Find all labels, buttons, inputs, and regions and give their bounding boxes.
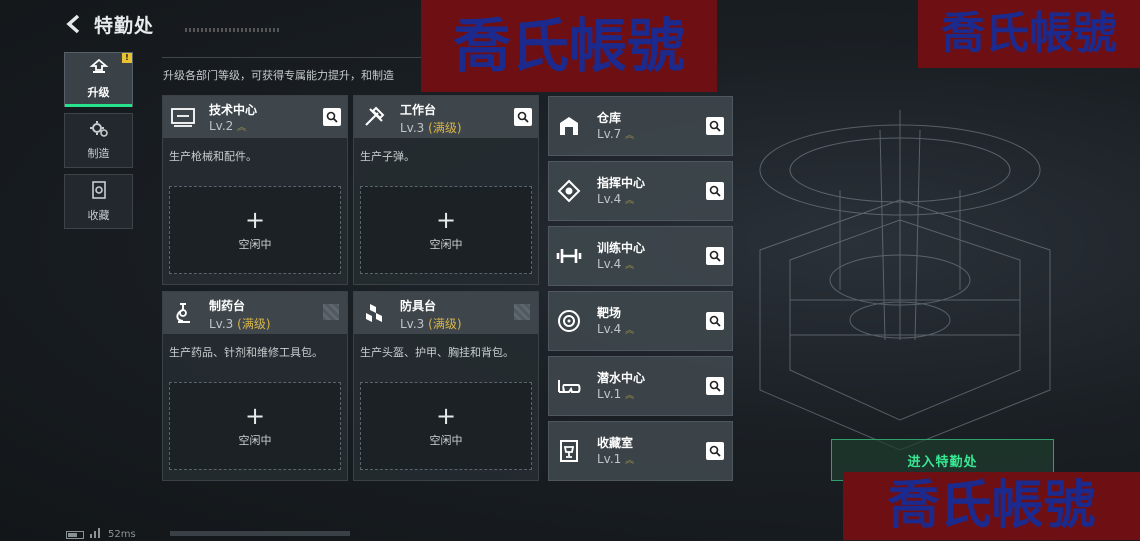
tech-center-icon xyxy=(169,103,197,131)
card-level: Lv.2 ︽ xyxy=(209,119,247,133)
production-slot[interactable]: + 空闲中 xyxy=(360,382,532,470)
facility-level: Lv.4 ︽ xyxy=(597,322,635,336)
plus-icon: + xyxy=(435,402,457,430)
battery-icon xyxy=(66,530,84,539)
tab-craft[interactable]: 制造 xyxy=(64,113,133,168)
warehouse-icon xyxy=(556,113,582,139)
production-slot[interactable]: + 空闲中 xyxy=(169,186,341,274)
tab-collection[interactable]: 收藏 xyxy=(64,174,133,229)
gear-icon xyxy=(89,120,109,142)
diving-mask-icon xyxy=(556,373,582,399)
card-name: 工作台 xyxy=(400,103,437,117)
plus-icon: + xyxy=(435,206,457,234)
tab-label: 收藏 xyxy=(87,209,110,222)
facility-level: Lv.7 ︽ xyxy=(597,127,635,141)
card-level: Lv.3 (满级) xyxy=(400,317,462,331)
workbench-icon xyxy=(360,103,388,131)
search-icon[interactable] xyxy=(706,117,724,135)
facility-command-center[interactable]: 指挥中心 Lv.4 ︽ xyxy=(548,161,733,221)
page-description: 升级各部门等级，可获得专属能力提升，和制造 xyxy=(163,69,394,82)
card-header: 技术中心 Lv.2 ︽ xyxy=(163,96,347,138)
facility-level: Lv.4 ︽ xyxy=(597,192,635,206)
facility-name: 靶场 xyxy=(597,306,622,320)
slot-status: 空闲中 xyxy=(429,434,463,447)
card-description: 生产药品、针剂和维修工具包。 xyxy=(169,346,323,359)
facility-trophy-room[interactable]: 收藏室 Lv.1 ︽ xyxy=(548,421,733,481)
search-icon[interactable] xyxy=(706,442,724,460)
facility-name: 潜水中心 xyxy=(597,371,646,385)
collection-icon xyxy=(90,180,108,204)
production-slot[interactable]: + 空闲中 xyxy=(360,186,532,274)
facility-warehouse[interactable]: 仓库 Lv.7 ︽ xyxy=(548,96,733,156)
trophy-room-icon xyxy=(556,438,582,464)
card-pharmacy: 制药台 Lv.3 (满级) 生产药品、针剂和维修工具包。 + 空闲中 xyxy=(162,291,348,481)
card-level: Lv.3 (满级) xyxy=(209,317,271,331)
card-name: 防具台 xyxy=(400,299,437,313)
search-icon[interactable] xyxy=(706,377,724,395)
search-icon[interactable] xyxy=(514,108,532,126)
page-title: 特勤处 xyxy=(94,14,155,37)
alert-badge: ! xyxy=(122,53,132,63)
tab-label: 制造 xyxy=(87,147,110,160)
card-header: 工作台 Lv.3 (满级) xyxy=(354,96,538,138)
facility-name: 仓库 xyxy=(597,111,622,125)
dumbbell-icon xyxy=(556,243,582,269)
search-icon[interactable] xyxy=(706,182,724,200)
divider xyxy=(162,57,442,58)
ping-readout: 52ms xyxy=(108,529,136,540)
watermark: 喬氏帳號 xyxy=(843,472,1140,540)
plus-icon: + xyxy=(244,402,266,430)
card-tech-center: 技术中心 Lv.2 ︽ 生产枪械和配件。 + 空闲中 xyxy=(162,95,348,285)
facility-name: 指挥中心 xyxy=(597,176,646,190)
header: 特勤处 xyxy=(62,10,154,38)
watermark: 喬氏帳號 xyxy=(421,0,717,92)
command-center-icon xyxy=(556,178,582,204)
card-name: 制药台 xyxy=(209,299,246,313)
card-workbench: 工作台 Lv.3 (满级) 生产子弹。 + 空闲中 xyxy=(353,95,539,285)
card-header: 制药台 Lv.3 (满级) xyxy=(163,292,347,334)
tab-label: 升级 xyxy=(87,86,110,99)
target-icon xyxy=(556,308,582,334)
facility-level: Lv.1 ︽ xyxy=(597,452,635,466)
slot-status: 空闲中 xyxy=(238,238,272,251)
upgrade-icon xyxy=(89,58,109,81)
armor-bench-icon xyxy=(360,299,388,327)
facility-shooting-range[interactable]: 靶场 Lv.4 ︽ xyxy=(548,291,733,351)
slot-status: 空闲中 xyxy=(429,238,463,251)
watermark: 喬氏帳號 xyxy=(918,0,1140,68)
bottom-scrollbar[interactable] xyxy=(170,531,350,536)
facility-level: Lv.4 ︽ xyxy=(597,257,635,271)
card-description: 生产子弹。 xyxy=(360,150,415,163)
back-arrow-icon[interactable] xyxy=(62,10,84,38)
status-bar: 52ms xyxy=(66,528,136,541)
title-decoration xyxy=(185,28,280,32)
plus-icon: + xyxy=(244,206,266,234)
card-level: Lv.3 (满级) xyxy=(400,121,462,135)
card-header: 防具台 Lv.3 (满级) xyxy=(354,292,538,334)
search-icon[interactable] xyxy=(706,247,724,265)
facility-training-center[interactable]: 训练中心 Lv.4 ︽ xyxy=(548,226,733,286)
tab-upgrade[interactable]: 升级 ! xyxy=(64,52,133,107)
search-icon[interactable] xyxy=(706,312,724,330)
card-description: 生产枪械和配件。 xyxy=(169,150,257,163)
card-armor-bench: 防具台 Lv.3 (满级) 生产头盔、护甲、胸挂和背包。 + 空闲中 xyxy=(353,291,539,481)
facility-diving-center[interactable]: 潜水中心 Lv.1 ︽ xyxy=(548,356,733,416)
facility-level: Lv.1 ︽ xyxy=(597,387,635,401)
locked-search-icon xyxy=(323,304,339,320)
search-icon[interactable] xyxy=(323,108,341,126)
pharmacy-icon xyxy=(169,299,197,327)
production-slot[interactable]: + 空闲中 xyxy=(169,382,341,470)
slot-status: 空闲中 xyxy=(238,434,272,447)
locked-search-icon xyxy=(514,304,530,320)
facility-name: 训练中心 xyxy=(597,241,646,255)
card-name: 技术中心 xyxy=(209,103,258,117)
card-description: 生产头盔、护甲、胸挂和背包。 xyxy=(360,346,514,359)
signal-icon xyxy=(90,528,102,541)
level-up-icon: ︽ xyxy=(237,123,247,133)
facility-name: 收藏室 xyxy=(597,436,634,450)
